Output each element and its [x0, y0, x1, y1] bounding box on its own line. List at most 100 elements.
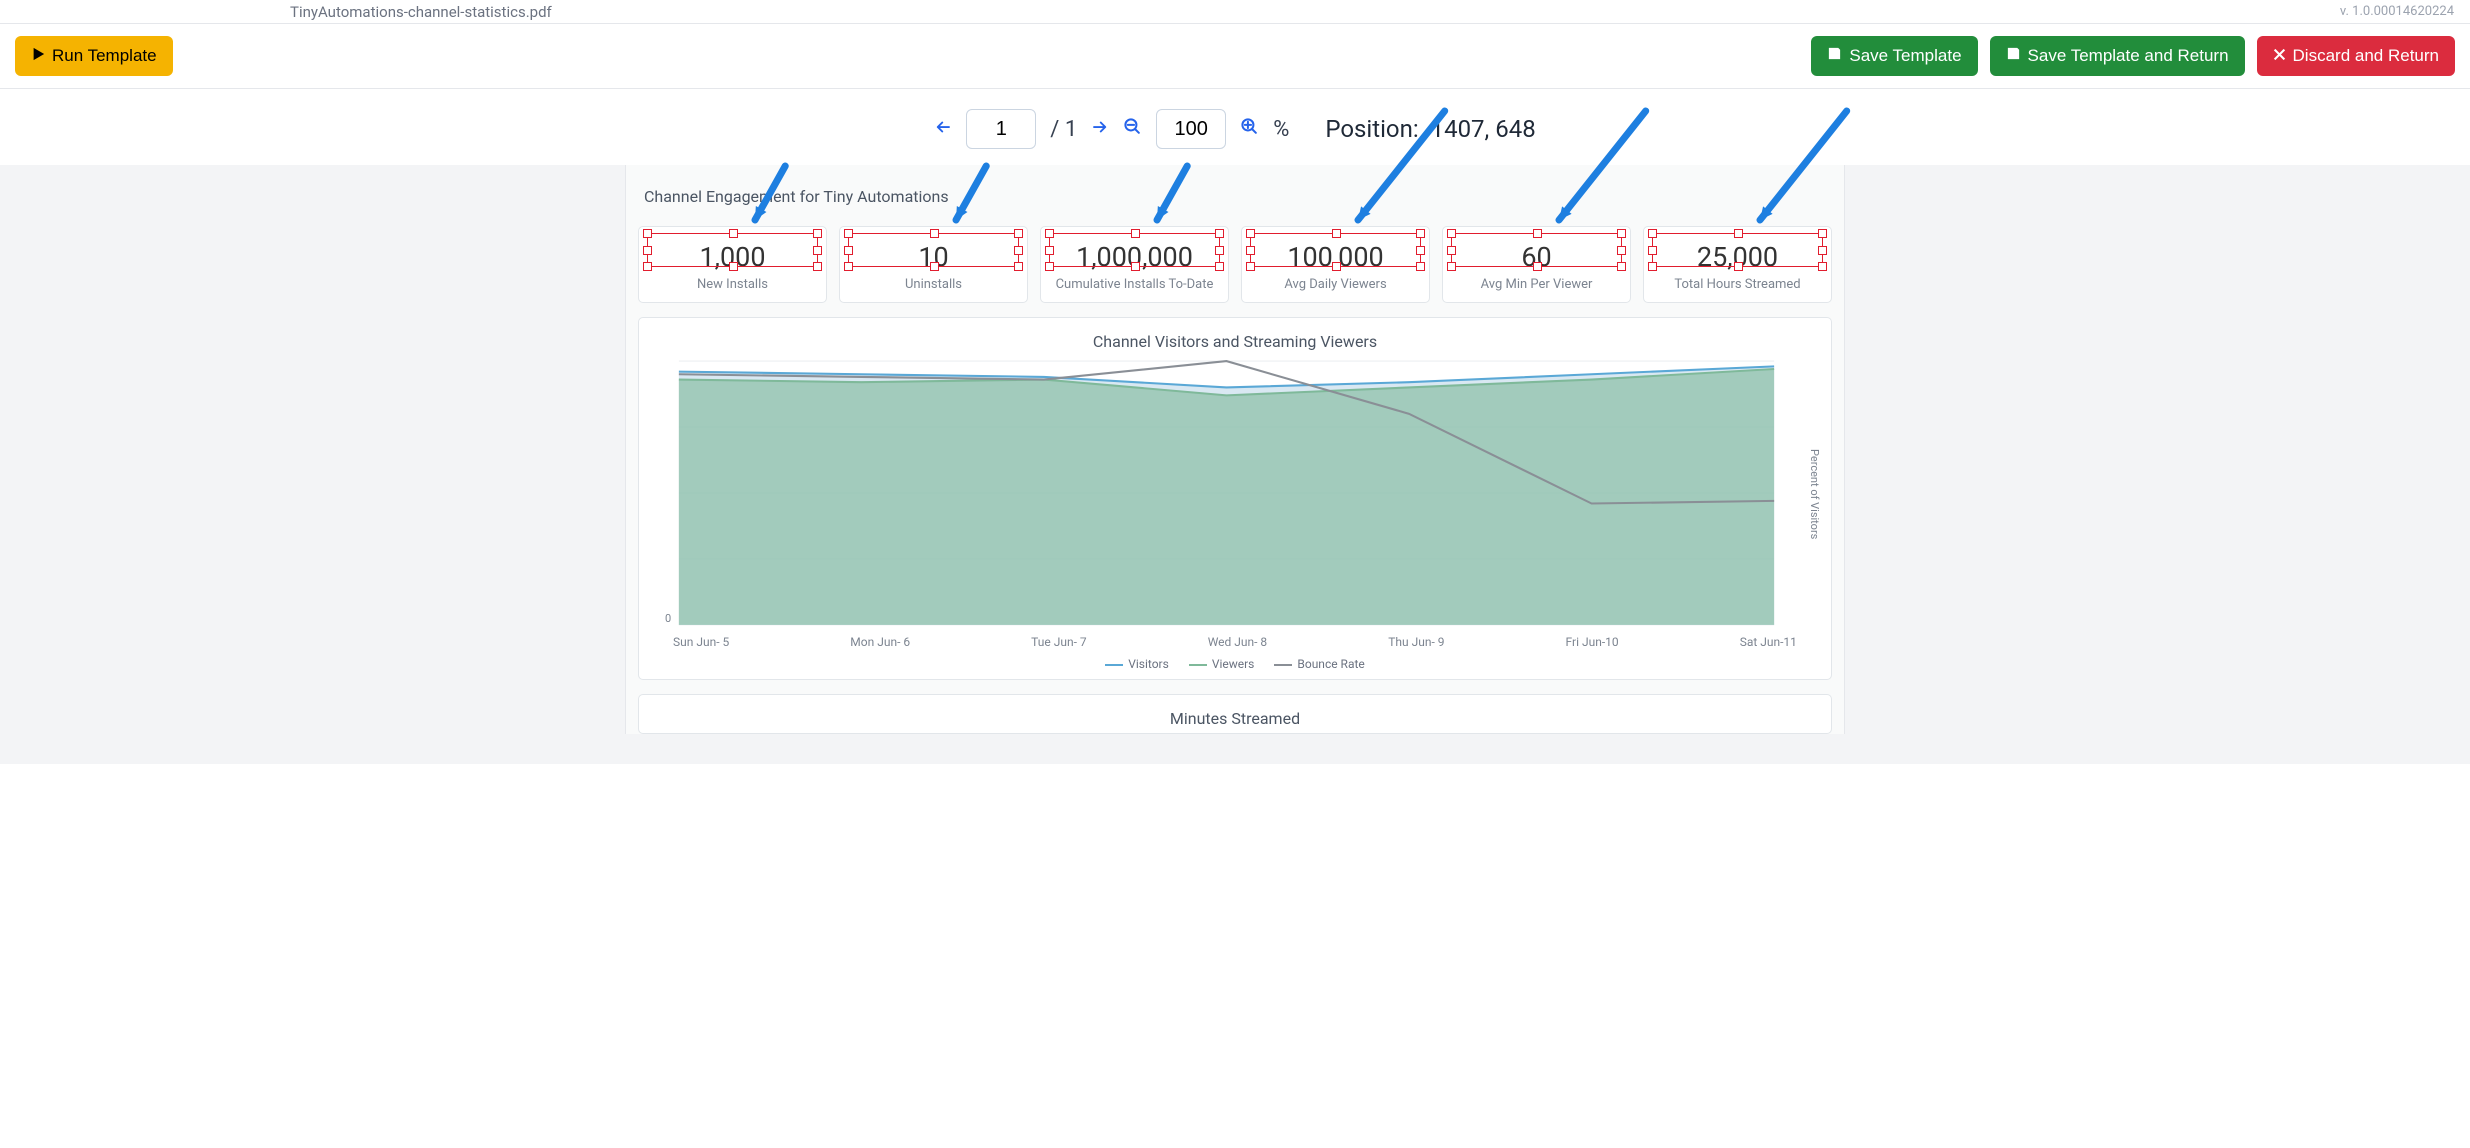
resize-handle[interactable] [1447, 229, 1456, 238]
save-return-label: Save Template and Return [2028, 46, 2229, 66]
zoom-input[interactable] [1156, 109, 1226, 149]
selection-box[interactable] [647, 233, 818, 267]
resize-handle[interactable] [844, 246, 853, 255]
resize-handle[interactable] [1246, 262, 1255, 271]
resize-handle[interactable] [1045, 229, 1054, 238]
resize-handle[interactable] [1533, 262, 1542, 271]
resize-handle[interactable] [1617, 229, 1626, 238]
tab-filename: TinyAutomations-channel-statistics.pdf [290, 3, 552, 21]
resize-handle[interactable] [1617, 246, 1626, 255]
zoom-out-icon[interactable] [1123, 117, 1142, 142]
resize-handle[interactable] [1332, 262, 1341, 271]
save-template-button[interactable]: Save Template [1811, 36, 1977, 76]
resize-handle[interactable] [844, 262, 853, 271]
selection-box[interactable] [1451, 233, 1622, 267]
resize-handle[interactable] [1734, 229, 1743, 238]
resize-handle[interactable] [1215, 229, 1224, 238]
run-template-label: Run Template [52, 46, 157, 66]
y-axis-right-label: Percent of Visitors [1804, 449, 1821, 539]
prev-page-icon[interactable] [934, 117, 952, 142]
legend-item: Visitors [1105, 657, 1169, 671]
zoom-in-icon[interactable] [1240, 117, 1259, 142]
page-canvas[interactable]: Channel Engagement for Tiny Automations … [0, 165, 2470, 764]
save-icon [1827, 46, 1842, 66]
resize-handle[interactable] [1818, 246, 1827, 255]
page-input[interactable] [966, 109, 1036, 149]
discard-return-button[interactable]: Discard and Return [2257, 36, 2455, 76]
kpi-card[interactable]: 10 Uninstalls [839, 226, 1028, 303]
legend-item: Bounce Rate [1274, 657, 1364, 671]
resize-handle[interactable] [1533, 229, 1542, 238]
resize-handle[interactable] [1131, 229, 1140, 238]
kpi-label: Total Hours Streamed [1650, 277, 1825, 292]
resize-handle[interactable] [1447, 246, 1456, 255]
resize-handle[interactable] [1215, 246, 1224, 255]
report-title: Channel Engagement for Tiny Automations [626, 177, 1844, 226]
selection-box[interactable] [1250, 233, 1421, 267]
kpi-label: Cumulative Installs To-Date [1047, 277, 1222, 292]
resize-handle[interactable] [1045, 246, 1054, 255]
x-tick-label: Tue Jun- 7 [1031, 635, 1086, 649]
save-template-label: Save Template [1849, 46, 1961, 66]
resize-handle[interactable] [930, 229, 939, 238]
resize-handle[interactable] [1818, 229, 1827, 238]
resize-handle[interactable] [1014, 229, 1023, 238]
legend-swatch [1189, 664, 1207, 666]
resize-handle[interactable] [1818, 262, 1827, 271]
resize-handle[interactable] [643, 262, 652, 271]
resize-handle[interactable] [1648, 229, 1657, 238]
resize-handle[interactable] [729, 229, 738, 238]
resize-handle[interactable] [643, 246, 652, 255]
resize-handle[interactable] [813, 262, 822, 271]
resize-handle[interactable] [1246, 229, 1255, 238]
percent-label: % [1273, 117, 1289, 142]
resize-handle[interactable] [1131, 262, 1140, 271]
x-tick-label: Sun Jun- 5 [673, 635, 729, 649]
resize-handle[interactable] [1416, 262, 1425, 271]
kpi-card[interactable]: 60 Avg Min Per Viewer [1442, 226, 1631, 303]
kpi-card[interactable]: 1,000 New Installs [638, 226, 827, 303]
version-label: v. 1.0.00014620224 [2340, 4, 2454, 19]
resize-handle[interactable] [1734, 262, 1743, 271]
run-template-button[interactable]: Run Template [15, 36, 173, 76]
resize-handle[interactable] [813, 229, 822, 238]
resize-handle[interactable] [1648, 246, 1657, 255]
chart-legend: VisitorsViewersBounce Rate [649, 649, 1821, 673]
kpi-label: Avg Min Per Viewer [1449, 277, 1624, 292]
x-tick-label: Thu Jun- 9 [1388, 635, 1444, 649]
resize-handle[interactable] [844, 229, 853, 238]
resize-handle[interactable] [1014, 262, 1023, 271]
resize-handle[interactable] [1246, 246, 1255, 255]
kpi-label: New Installs [645, 277, 820, 292]
resize-handle[interactable] [1045, 262, 1054, 271]
save-return-button[interactable]: Save Template and Return [1990, 36, 2245, 76]
kpi-card[interactable]: 1,000,000 Cumulative Installs To-Date [1040, 226, 1229, 303]
selection-box[interactable] [1652, 233, 1823, 267]
chart-title: Channel Visitors and Streaming Viewers [649, 328, 1821, 359]
resize-handle[interactable] [1014, 246, 1023, 255]
resize-handle[interactable] [1447, 262, 1456, 271]
resize-handle[interactable] [1648, 262, 1657, 271]
kpi-card[interactable]: 25,000 Total Hours Streamed [1643, 226, 1832, 303]
chart-minutes: Minutes Streamed [638, 694, 1832, 734]
viewer-controls: / 1 % Position: 1407, 648 [0, 89, 2470, 159]
chart-area: 0 Percent of Visitors [649, 359, 1821, 629]
position-readout: Position: 1407, 648 [1325, 115, 1535, 143]
resize-handle[interactable] [1416, 229, 1425, 238]
next-page-icon[interactable] [1091, 117, 1109, 142]
report-page: Channel Engagement for Tiny Automations … [625, 165, 1845, 734]
selection-box[interactable] [848, 233, 1019, 267]
resize-handle[interactable] [1617, 262, 1626, 271]
toolbar: Run Template Save Template Save Template… [0, 24, 2470, 89]
resize-handle[interactable] [643, 229, 652, 238]
selection-box[interactable] [1049, 233, 1220, 267]
tab-bar: TinyAutomations-channel-statistics.pdf v… [0, 0, 2470, 24]
resize-handle[interactable] [813, 246, 822, 255]
resize-handle[interactable] [930, 262, 939, 271]
resize-handle[interactable] [1332, 229, 1341, 238]
resize-handle[interactable] [1416, 246, 1425, 255]
kpi-card[interactable]: 100,000 Avg Daily Viewers [1241, 226, 1430, 303]
resize-handle[interactable] [729, 262, 738, 271]
toolbar-right: Save Template Save Template and Return D… [1811, 36, 2455, 76]
resize-handle[interactable] [1215, 262, 1224, 271]
